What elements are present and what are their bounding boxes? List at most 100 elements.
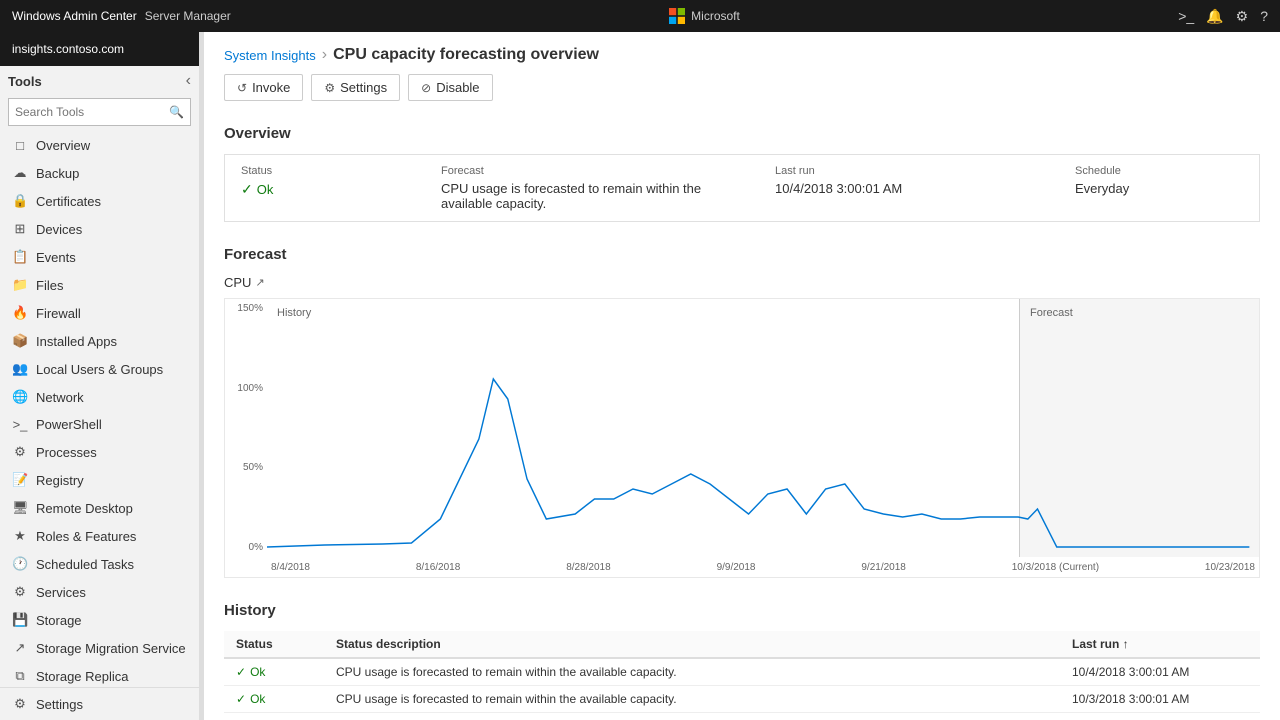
events-icon: 📋 — [12, 249, 28, 265]
forecast-label: Forecast — [441, 165, 743, 177]
sidebar-server-header: insights.contoso.com — [0, 32, 199, 66]
td-description: CPU usage is forecasted to remain within… — [324, 658, 1060, 686]
content-area: System Insights › CPU capacity forecasti… — [204, 32, 1280, 720]
sidebar-item-label: Settings — [36, 697, 83, 712]
disable-icon: ⊘ — [421, 81, 431, 95]
sidebar-item-label: Remote Desktop — [36, 501, 133, 516]
sidebar-item-devices[interactable]: ⊞Devices — [0, 215, 199, 243]
server-manager-btn[interactable]: Server Manager — [145, 9, 231, 23]
sidebar-item-label: Local Users & Groups — [36, 362, 163, 377]
help-icon[interactable]: ? — [1260, 8, 1268, 24]
td-last-run: 10/4/2018 3:00:01 AM — [1060, 658, 1260, 686]
disable-button[interactable]: ⊘ Disable — [408, 74, 492, 101]
sidebar-item-services[interactable]: ⚙Services — [0, 578, 199, 606]
sidebar-item-overview[interactable]: □Overview — [0, 132, 199, 159]
sidebar-item-scheduled-tasks[interactable]: 🕐Scheduled Tasks — [0, 550, 199, 578]
local-users-icon: 👥 — [12, 361, 28, 377]
status-label: Status — [241, 165, 409, 177]
check-icon: ✓ — [241, 181, 253, 198]
sidebar-nav: □Overview☁Backup🔒Certificates⊞Devices📋Ev… — [0, 132, 199, 687]
td-status: ✓Ok — [224, 658, 324, 686]
td-last-run: 10/2/2018 3:00:01 AM — [1060, 713, 1260, 720]
storage-migration-icon: ↗ — [12, 640, 28, 656]
history-thead: Status Status description Last run ↑ — [224, 631, 1260, 658]
settings-icon: ⚙ — [12, 696, 28, 712]
server-name: insights.contoso.com — [12, 42, 124, 56]
sidebar-item-roles-features[interactable]: ★Roles & Features — [0, 522, 199, 550]
breadcrumb-parent[interactable]: System Insights — [224, 48, 316, 63]
sidebar-item-processes[interactable]: ⚙Processes — [0, 438, 199, 466]
sidebar-item-installed-apps[interactable]: 📦Installed Apps — [0, 327, 199, 355]
sidebar-item-network[interactable]: 🌐 Network — [0, 383, 199, 411]
forecast-text: CPU usage is forecasted to remain within… — [441, 181, 743, 211]
chart-line-svg — [267, 299, 1259, 555]
sidebar-item-powershell[interactable]: >_PowerShell — [0, 411, 199, 438]
sidebar-item-registry[interactable]: 📝Registry — [0, 466, 199, 494]
sidebar-item-files[interactable]: 📁 Files — [0, 271, 199, 299]
sort-icon: ↑ — [1123, 637, 1129, 651]
invoke-icon: ↺ — [237, 81, 247, 95]
sidebar-item-label: Devices — [36, 222, 82, 237]
breadcrumb: System Insights › CPU capacity forecasti… — [204, 32, 1280, 74]
processes-icon: ⚙ — [12, 444, 28, 460]
table-row: ✓Ok CPU usage is forecasted to remain wi… — [224, 686, 1260, 713]
tools-label: Tools — [8, 74, 42, 89]
sidebar-item-settings[interactable]: ⚙ Settings — [0, 688, 199, 720]
network-icon: 🌐 — [12, 389, 28, 405]
search-icon: 🔍 — [169, 105, 184, 119]
last-run-value: 10/4/2018 3:00:01 AM — [775, 181, 1043, 196]
settings-button[interactable]: ⚙ Settings — [311, 74, 400, 101]
ms-label: Microsoft — [691, 9, 740, 23]
sidebar-item-storage[interactable]: 💾Storage — [0, 606, 199, 634]
sidebar-item-label: Files — [36, 278, 63, 293]
toolbar: ↺ Invoke ⚙ Settings ⊘ Disable — [204, 74, 1280, 113]
overview-grid: Status ✓ Ok Forecast CPU usage is foreca… — [224, 154, 1260, 222]
forecast-section-title: Forecast — [224, 246, 1260, 263]
sidebar-item-storage-replica[interactable]: ⧉Storage Replica — [0, 662, 199, 687]
history-title: History — [224, 602, 1260, 619]
sidebar-item-storage-migration[interactable]: ↗Storage Migration Service — [0, 634, 199, 662]
sidebar-item-local-users[interactable]: 👥 Local Users & Groups — [0, 355, 199, 383]
col-status[interactable]: Status — [224, 631, 324, 658]
sidebar-item-backup[interactable]: ☁Backup — [0, 159, 199, 187]
roles-features-icon: ★ — [12, 528, 28, 544]
terminal-icon[interactable]: >_ — [1178, 8, 1194, 24]
sidebar-search-container: 🔍 — [8, 98, 191, 126]
overview-schedule-col: Schedule Everyday — [1059, 165, 1259, 211]
cpu-label: CPU ↗ — [224, 275, 1260, 290]
invoke-button[interactable]: ↺ Invoke — [224, 74, 303, 101]
y-axis: 150% 100% 50% 0% — [225, 299, 267, 557]
sidebar-item-label: Storage — [36, 613, 82, 628]
sidebar-item-certificates[interactable]: 🔒Certificates — [0, 187, 199, 215]
row-check-icon: ✓ — [236, 665, 246, 679]
bell-icon[interactable]: 🔔 — [1206, 8, 1223, 25]
x-8-4: 8/4/2018 — [271, 562, 310, 573]
col-description[interactable]: Status description — [324, 631, 1060, 658]
last-run-label: Last run — [775, 165, 1043, 177]
microsoft-logo — [669, 8, 685, 24]
sidebar-item-events[interactable]: 📋Events — [0, 243, 199, 271]
sidebar-item-remote-desktop[interactable]: 🖥Remote Desktop — [0, 494, 199, 522]
sidebar: insights.contoso.com Tools ‹ 🔍 □Overview… — [0, 32, 200, 720]
chart-svg-area: History Forecast — [267, 299, 1259, 557]
td-status: ✓Ok — [224, 713, 324, 720]
backup-icon: ☁ — [12, 165, 28, 181]
sidebar-item-firewall[interactable]: 🔥Firewall — [0, 299, 199, 327]
y-0: 0% — [229, 542, 263, 553]
status-value: ✓ Ok — [241, 181, 409, 198]
table-row: ✓Ok CPU usage is forecasted to remain wi… — [224, 658, 1260, 686]
sidebar-item-label: Network — [36, 390, 84, 405]
sidebar-item-label: Scheduled Tasks — [36, 557, 134, 572]
breadcrumb-separator: › — [322, 46, 327, 64]
powershell-icon: >_ — [12, 417, 28, 432]
sidebar-item-label: Certificates — [36, 194, 101, 209]
col-last-run[interactable]: Last run ↑ — [1060, 631, 1260, 658]
settings-icon: ⚙ — [324, 81, 335, 95]
search-input[interactable] — [15, 105, 169, 119]
files-icon: 📁 — [12, 277, 28, 293]
storage-replica-icon: ⧉ — [12, 668, 28, 684]
gear-icon[interactable]: ⚙ — [1236, 8, 1249, 25]
overview-title: Overview — [224, 125, 1260, 142]
expand-icon[interactable]: ↗ — [255, 276, 264, 289]
sidebar-collapse-btn[interactable]: ‹ — [186, 72, 191, 90]
